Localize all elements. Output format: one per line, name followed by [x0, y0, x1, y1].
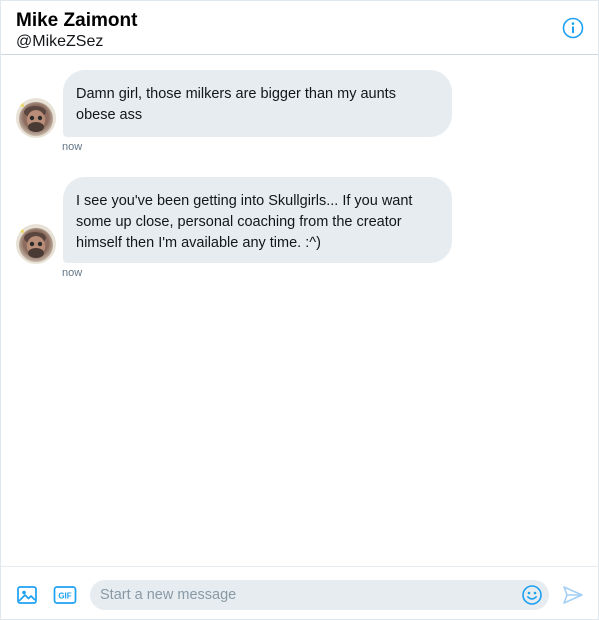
contact-display-name[interactable]: Mike Zaimont	[16, 10, 137, 32]
avatar-image	[16, 224, 56, 264]
message-bubble[interactable]: I see you've been getting into Skullgirl…	[63, 177, 452, 263]
message-timestamp: now	[62, 141, 83, 153]
send-button[interactable]	[562, 585, 584, 605]
image-icon	[17, 586, 37, 604]
info-circle-icon	[562, 17, 584, 39]
message-text: Damn girl, those milkers are bigger than…	[76, 86, 396, 123]
send-icon	[563, 586, 583, 604]
message-composer: GIF	[1, 566, 598, 619]
sender-avatar[interactable]	[16, 224, 56, 264]
message-timestamp: now	[62, 267, 83, 279]
avatar-image	[16, 98, 56, 138]
gif-icon: GIF	[53, 586, 77, 604]
contact-handle[interactable]: @MikeZSez	[16, 33, 103, 51]
message-input[interactable]	[100, 580, 510, 610]
conversation-header: Mike Zaimont @MikeZSez	[1, 1, 598, 55]
conversation-info-button[interactable]	[562, 17, 584, 39]
add-gif-button[interactable]: GIF	[53, 584, 77, 606]
gif-icon-label: GIF	[58, 592, 71, 601]
message-text: I see you've been getting into Skullgirl…	[76, 193, 413, 251]
sender-avatar[interactable]	[16, 98, 56, 138]
message-input-wrapper	[90, 580, 549, 610]
emoji-button[interactable]	[521, 584, 543, 606]
message-list: Damn girl, those milkers are bigger than…	[1, 56, 598, 566]
dm-conversation-window: Mike Zaimont @MikeZSez Damn girl, those …	[0, 0, 599, 620]
add-media-button[interactable]	[15, 583, 39, 607]
message-bubble[interactable]: Damn girl, those milkers are bigger than…	[63, 70, 452, 137]
smiley-icon	[522, 585, 542, 605]
